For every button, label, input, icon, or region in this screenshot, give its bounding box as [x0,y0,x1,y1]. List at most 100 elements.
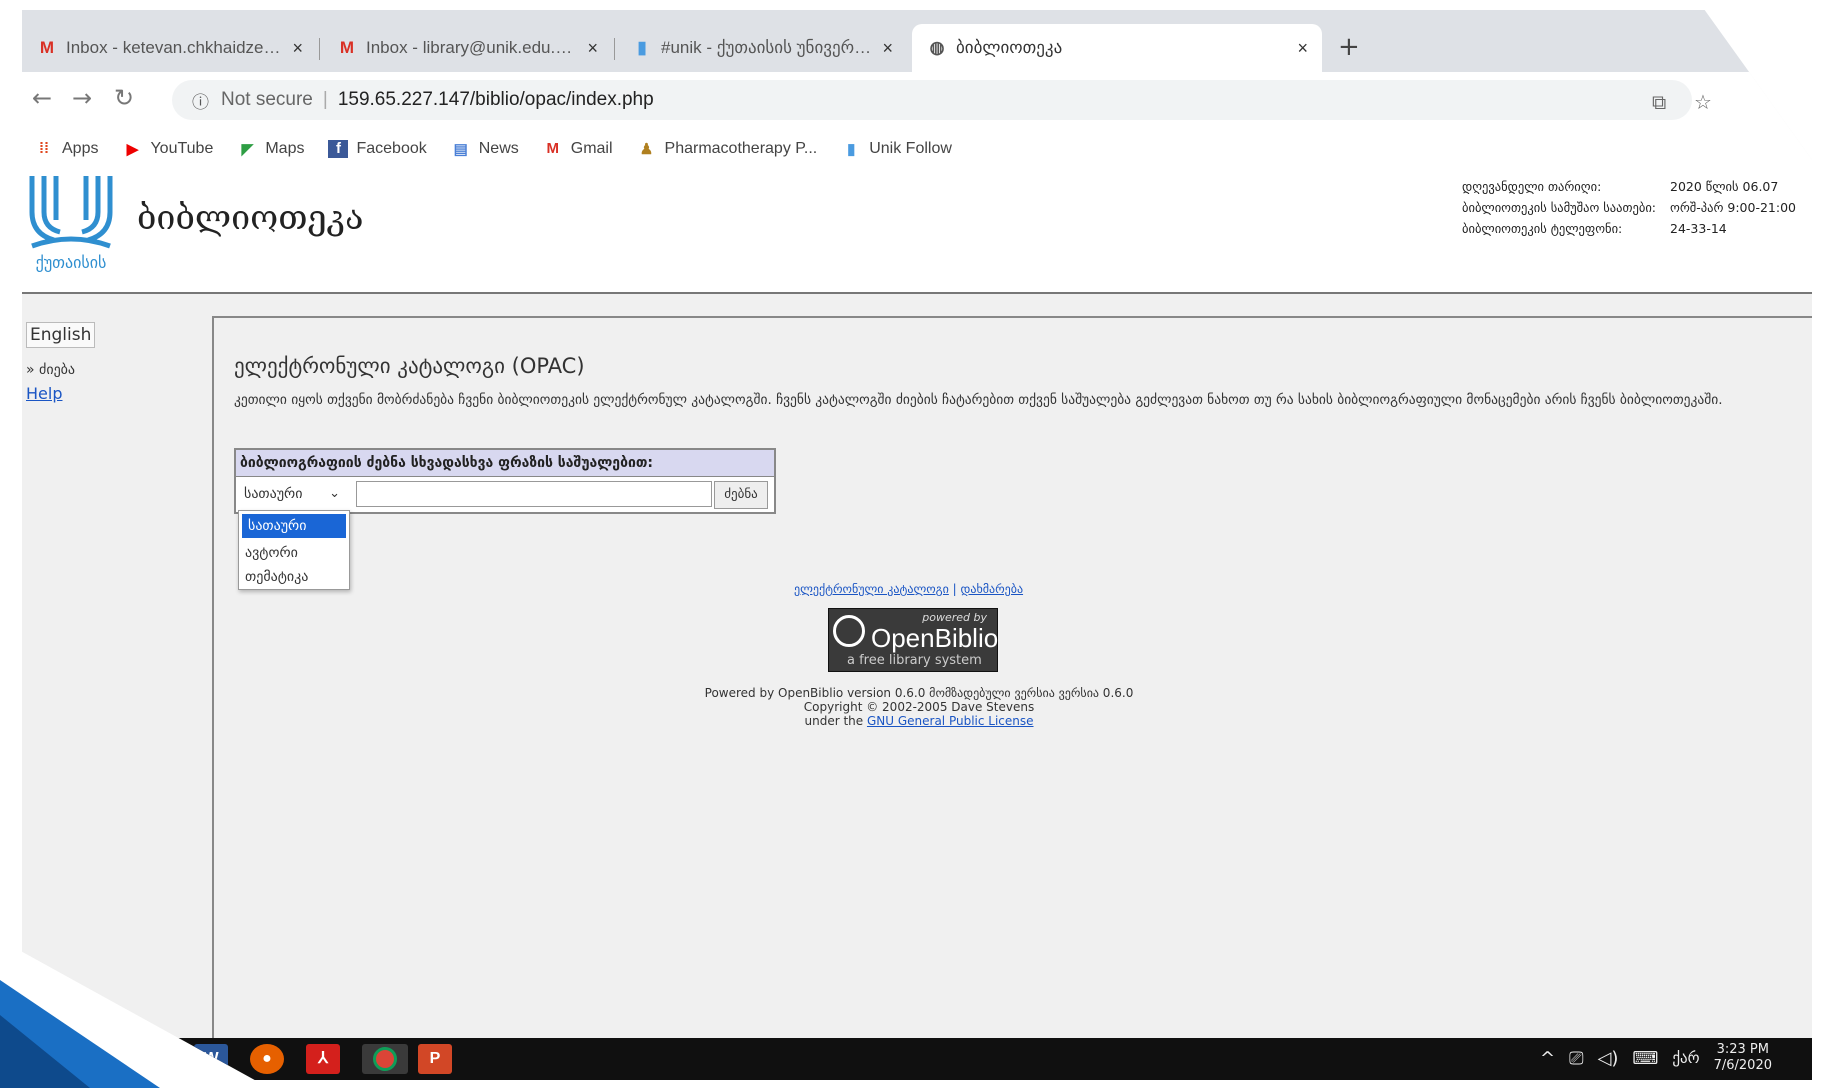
tab-unik[interactable]: ▮ #unik - ქუთაისის უნივერსიტ × [617,24,907,72]
tab-separator [614,38,615,60]
left-nav: English » ძიება Help [22,292,212,1052]
tab-title: ბიბლიოთეკა [956,38,1063,57]
university-logo: ქუთაისის [29,176,113,272]
page-description: კეთილი იყოს თქვენი მობრძანება ჩვენი ბიბლ… [234,392,1723,408]
tab-title: #unik - ქუთაისის უნივერსიტ [661,38,873,57]
chevron-up-icon[interactable]: ^ [1540,1048,1555,1069]
bookmark-apps[interactable]: ⁞⁞ Apps [34,140,98,158]
close-icon[interactable]: × [292,38,303,59]
pharmacotherapy-icon: ♟ [639,141,654,158]
gmail-icon: M [546,140,560,157]
info-value: 2020 წლის 06.07 [1670,179,1779,194]
gmail-icon: M [339,38,355,57]
license-prefix: under the [804,714,864,728]
address-bar[interactable]: ⓘ Not secure | 159.65.227.147/biblio/opa… [172,80,1692,120]
dropdown-option-author[interactable]: ავტორი [239,541,349,565]
new-tab-button[interactable]: + [1338,32,1360,62]
search-row: სათაური ⌄ ძებნა [236,477,774,511]
nav-search-link[interactable]: » ძიება [26,362,75,378]
maps-icon: ◤ [241,141,254,158]
network-icon[interactable]: ⎚ [1569,1048,1583,1069]
bookmark-label: YouTube [150,140,214,157]
not-secure-label: Not secure [221,89,313,110]
chevron-down-icon: ⌄ [329,486,340,501]
bookmark-gmail[interactable]: M Gmail [543,140,613,158]
keyboard-icon[interactable]: ⌨ [1632,1048,1658,1069]
info-icon[interactable]: ⓘ [192,88,209,113]
info-row-date: დღევანდელი თარიღი: 2020 წლის 06.07 [1462,176,1796,197]
info-row-phone: ბიბლიოთეკის ტელეფონი: 24-33-14 [1462,218,1796,239]
chrome-icon[interactable] [362,1044,408,1074]
logo-name: OpenBiblio [871,623,999,653]
tab-strip: M Inbox - ketevan.chkhaidze@unik × M Inb… [22,10,1812,72]
divider: | [322,89,328,110]
browser-toolbar: ← → ↻ ⓘ Not secure | 159.65.227.147/bibl… [22,72,1812,128]
firefox-icon[interactable]: ● [250,1044,284,1074]
volume-icon[interactable]: ◁) [1598,1048,1619,1069]
info-value: 24-33-14 [1670,221,1727,236]
bookmarks-bar: ⁞⁞ Apps ▶ YouTube ◤ Maps f Facebook ▤ Ne… [22,128,1812,170]
youtube-icon: ▶ [126,141,139,158]
reload-icon[interactable]: ↻ [114,84,134,112]
apps-icon: ⁞⁞ [39,140,49,157]
info-label: დღევანდელი თარიღი: [1462,179,1602,194]
tab-gmail-inbox-library[interactable]: M Inbox - library@unik.edu.ge - K × [322,24,612,72]
globe-icon: ◍ [929,38,945,57]
search-type-dropdown: სათაური ავტორი თემატიკა [238,510,350,590]
footer-separator: | [952,582,957,596]
bookmark-pharmacotherapy[interactable]: ♟ Pharmacotherapy P... [637,140,818,158]
openbiblio-logo[interactable]: powered by OpenBiblio a free library sys… [828,608,998,672]
clock[interactable]: 3:23 PM 7/6/2020 [1714,1042,1772,1074]
page-title: ელექტრონული კატალოგი (OPAC) [234,354,585,378]
word-icon[interactable]: W [194,1044,228,1074]
bookmark-icon: ▮ [637,38,647,57]
tab-library[interactable]: ◍ ბიბლიოთეკა × [912,24,1322,72]
bookmark-star-icon[interactable]: ☆ [1694,90,1712,114]
tab-title: Inbox - ketevan.chkhaidze@unik [66,38,282,57]
search-button[interactable]: ძებნა [714,481,768,509]
close-icon[interactable]: × [1297,38,1308,59]
search-type-select[interactable]: სათაური ⌄ [240,481,344,507]
input-language[interactable]: ქარ [1672,1049,1699,1067]
bookmark-unik-follow[interactable]: ▮ Unik Follow [841,140,952,158]
dropdown-option-title[interactable]: სათაური [242,514,346,538]
license-line: under the GNU General Public License [684,714,1154,728]
info-label: ბიბლიოთეკის ტელეფონი: [1462,221,1623,236]
tab-gmail-inbox-ketevan[interactable]: M Inbox - ketevan.chkhaidze@unik × [22,24,317,72]
back-icon[interactable]: ← [32,84,52,112]
close-icon[interactable]: × [587,38,598,59]
bookmark-label: Pharmacotherapy P... [664,140,818,157]
decorative-corner [0,1015,90,1088]
footer-help-link[interactable]: დახმარება [961,582,1024,596]
nav-help-link[interactable]: Help [26,384,62,403]
search-input[interactable] [356,481,712,507]
web-page: ქუთაისის ბიბლიოთეკა დღევანდელი თარიღი: 2… [22,170,1812,1058]
bookmark-label: Unik Follow [869,140,952,157]
bookmark-label: News [478,140,519,157]
search-type-value: სათაური [244,486,303,502]
powered-line: Powered by OpenBiblio version 0.6.0 მომზ… [704,686,1134,700]
acrobat-icon[interactable]: ⅄ [306,1044,340,1074]
bookmark-news[interactable]: ▤ News [451,140,519,158]
gnu-license-link[interactable]: GNU General Public License [867,714,1034,728]
url-text: 159.65.227.147/biblio/opac/index.php [337,89,654,110]
forward-icon[interactable]: → [72,84,92,112]
bookmark-label: Apps [62,140,99,157]
bookmark-icon: ▮ [847,141,856,158]
facebook-icon: f [328,140,349,158]
translate-icon[interactable]: ⧉ [1652,90,1666,114]
dropdown-option-subject[interactable]: თემატიკა [239,565,349,589]
bookmark-maps[interactable]: ◤ Maps [237,140,305,158]
tab-title: Inbox - library@unik.edu.ge - K [366,38,578,57]
english-language-button[interactable]: English [26,322,96,348]
footer-links: ელექტრონული კატალოგი | დახმარება [794,582,1023,596]
powerpoint-icon[interactable]: P [418,1044,452,1074]
site-header: ქუთაისის ბიბლიოთეკა დღევანდელი თარიღი: 2… [22,170,1812,294]
bookmark-label: Maps [265,140,305,157]
footer-catalog-link[interactable]: ელექტრონული კატალოგი [794,582,949,596]
bookmark-facebook[interactable]: f Facebook [328,140,427,158]
bookmark-youtube[interactable]: ▶ YouTube [122,140,214,158]
close-icon[interactable]: × [882,38,893,59]
info-label: ბიბლიოთეკის სამუშაო საათები: [1462,200,1657,215]
main-content: ელექტრონული კატალოგი (OPAC) კეთილი იყოს … [212,316,1812,1058]
